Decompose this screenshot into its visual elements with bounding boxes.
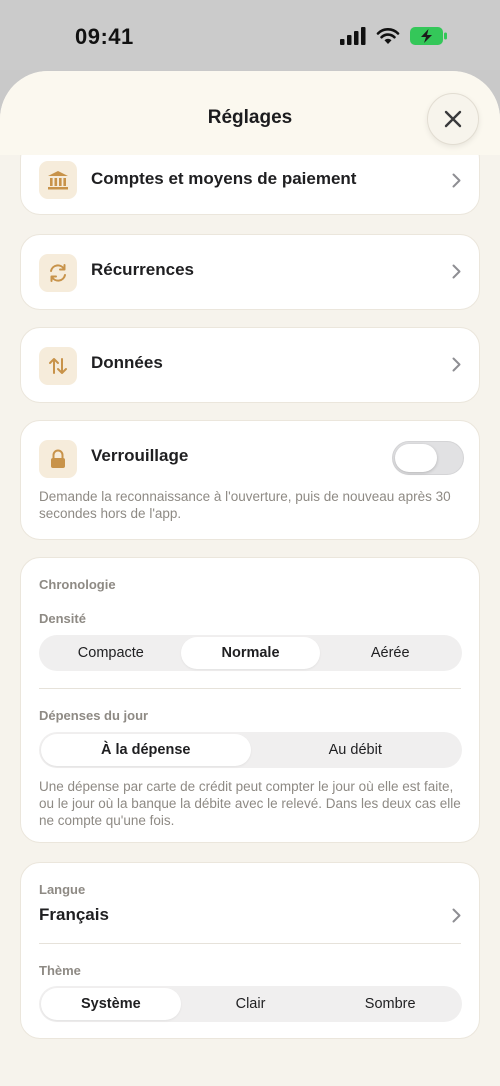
lock-card: Verrouillage Demande la reconnaissance à… (20, 420, 480, 540)
daily-spending-description: Une dépense par carte de crédit peut com… (39, 779, 461, 828)
recurrences-icon-box (39, 254, 77, 292)
signal-icon (340, 27, 366, 45)
chevron-right-icon (452, 357, 461, 372)
status-time: 09:41 (75, 24, 134, 49)
divider (39, 943, 461, 944)
density-option-compacte[interactable]: Compacte (41, 637, 181, 669)
theme-option-light[interactable]: Clair (181, 988, 321, 1020)
refresh-icon (50, 264, 66, 282)
theme-segmented-control: Système Clair Sombre (39, 986, 462, 1022)
lock-label: Verrouillage (91, 446, 189, 465)
chevron-right-icon (452, 908, 461, 923)
toggle-knob (395, 444, 437, 472)
lock-description: Demande la reconnaissance à l'ouverture,… (39, 489, 451, 521)
density-segmented-control: Compacte Normale Aérée (39, 635, 462, 671)
density-option-normale[interactable]: Normale (180, 637, 321, 669)
lock-icon (51, 449, 65, 468)
wifi-icon (376, 28, 400, 44)
daily-spending-label: Dépenses du jour (39, 708, 149, 723)
bank-icon (48, 171, 68, 190)
battery-charging-icon (410, 27, 447, 45)
lock-toggle[interactable] (392, 441, 464, 475)
data-icon-box (39, 347, 77, 385)
daily-spending-option-debit[interactable]: Au débit (251, 734, 461, 766)
chevron-right-icon (452, 264, 461, 279)
status-bar: 09:41 (0, 0, 500, 70)
chevron-right-icon (452, 173, 461, 188)
theme-option-system[interactable]: Système (41, 988, 181, 1020)
recurrences-label: Récurrences (91, 260, 195, 279)
theme-label: Thème (39, 963, 81, 978)
accounts-label: Comptes et moyens de paiement (91, 169, 357, 188)
sheet-header: Réglages (0, 71, 500, 155)
lock-icon-box (39, 440, 77, 478)
timeline-section-title: Chronologie (39, 577, 116, 592)
recurrences-row[interactable]: Récurrences (20, 234, 480, 310)
divider (39, 688, 461, 689)
close-button[interactable] (427, 93, 479, 145)
data-label: Données (91, 353, 163, 372)
data-row[interactable]: Données (20, 327, 480, 403)
daily-spending-option-expense[interactable]: À la dépense (41, 734, 251, 766)
daily-spending-segmented-control: À la dépense Au débit (39, 732, 462, 768)
accounts-icon-box (39, 161, 77, 199)
preferences-card: Langue Français Thème Système Clair Somb… (20, 862, 480, 1039)
density-option-aeree[interactable]: Aérée (320, 637, 460, 669)
arrows-up-down-icon (49, 358, 67, 374)
language-label: Langue (39, 882, 86, 897)
language-row[interactable]: Langue Français (21, 863, 479, 933)
page-title: Réglages (207, 107, 293, 128)
density-label: Densité (39, 611, 86, 626)
status-icons (340, 26, 448, 46)
timeline-card: Chronologie Densité Compacte Normale Aér… (20, 557, 480, 843)
theme-option-dark[interactable]: Sombre (320, 988, 460, 1020)
close-icon (444, 110, 462, 128)
settings-sheet: Réglages Comptes et moyens de paiement R… (0, 71, 500, 1086)
language-value: Français (39, 905, 109, 924)
